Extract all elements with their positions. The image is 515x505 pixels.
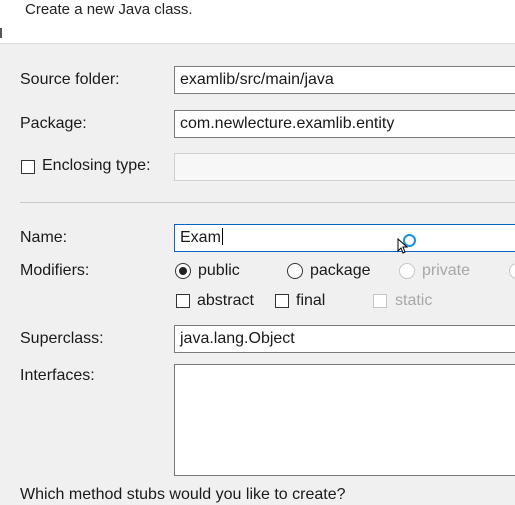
name-label: Name: — [20, 229, 68, 246]
package-value: com.newlecture.examlib.entity — [180, 115, 395, 132]
static-label: static — [395, 292, 433, 309]
final-checkbox[interactable] — [275, 294, 289, 308]
final-label: final — [296, 292, 326, 309]
enclosing-type-label: Enclosing type: — [42, 157, 151, 174]
enclosing-type-field — [174, 153, 515, 181]
package-label: Package: — [20, 115, 87, 132]
arrow-busy-cursor-icon — [397, 238, 409, 254]
private-radio — [399, 263, 415, 279]
package-radio[interactable] — [287, 263, 303, 279]
public-label: public — [198, 262, 240, 279]
text-caret — [221, 228, 223, 245]
section-divider — [20, 202, 515, 203]
wizard-description: Create a new Java class. — [25, 1, 193, 18]
wizard-header: Create a new Java class. — [0, 0, 515, 44]
interfaces-list[interactable] — [174, 364, 515, 476]
modifiers-label: Modifiers: — [20, 262, 90, 279]
package-field[interactable]: com.newlecture.examlib.entity — [174, 110, 515, 138]
source-folder-field[interactable]: examlib/src/main/java — [174, 66, 515, 94]
name-field[interactable]: Exam — [174, 224, 515, 252]
public-radio[interactable] — [175, 263, 191, 279]
abstract-checkbox[interactable] — [176, 294, 190, 308]
static-checkbox — [373, 294, 387, 308]
private-label: private — [422, 262, 471, 279]
enclosing-type-checkbox[interactable] — [21, 160, 35, 174]
window-edge — [0, 28, 2, 38]
superclass-field[interactable]: java.lang.Object — [174, 325, 515, 353]
protected-radio — [509, 263, 515, 279]
name-value: Exam — [180, 229, 221, 246]
superclass-label: Superclass: — [20, 330, 104, 347]
interfaces-label: Interfaces: — [20, 367, 95, 384]
source-folder-value: examlib/src/main/java — [180, 71, 334, 88]
superclass-value: java.lang.Object — [180, 330, 295, 347]
abstract-label: abstract — [197, 292, 254, 309]
public-radio-dot — [179, 267, 187, 275]
source-folder-label: Source folder: — [20, 71, 120, 88]
method-stubs-question: Which method stubs would you like to cre… — [20, 486, 346, 503]
package-modifier-label: package — [310, 262, 371, 279]
